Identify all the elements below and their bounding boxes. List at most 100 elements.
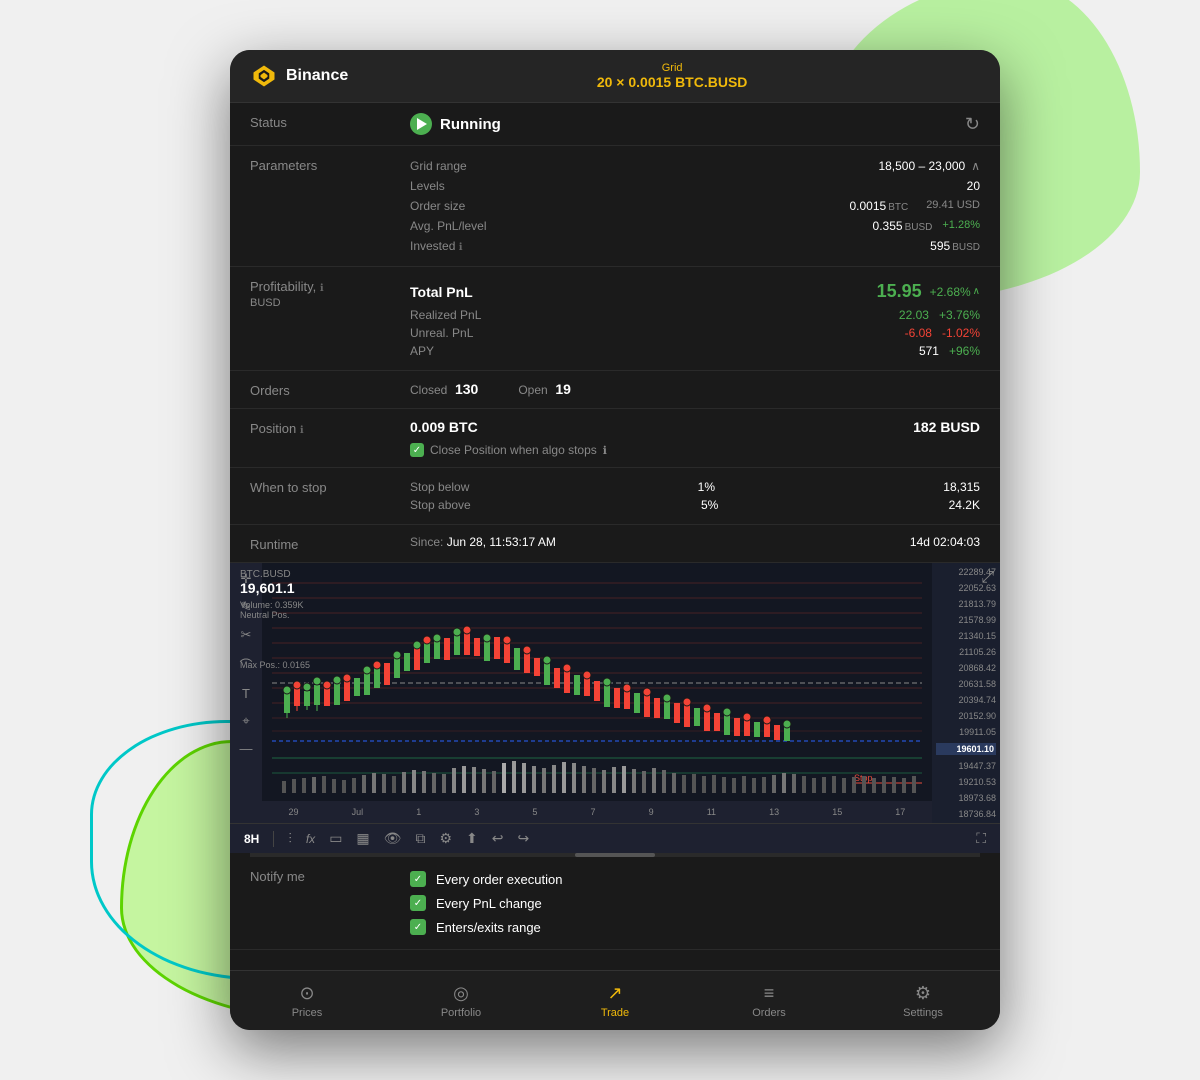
invested-value: 595BUSD [930,239,980,253]
close-position-checkbox[interactable]: ✓ [410,443,424,457]
refresh-icon[interactable]: ↻ [965,114,980,135]
bottom-nav: ⊙ Prices ◎ Portfolio ↗ Trade ≡ Orders ⚙ … [230,970,1000,1030]
position-label: Position ℹ [250,419,410,436]
stop-above-val: 24.2K [949,498,980,512]
chart-expand-icon[interactable]: ⤢ [981,569,994,587]
time-label: Jul [352,807,364,817]
notify-pnl-text: Every PnL change [436,896,542,911]
time-label: 15 [832,807,842,817]
time-label: 17 [895,807,905,817]
portfolio-label: Portfolio [441,1007,481,1019]
total-pnl-value: 15.95 [877,281,922,302]
notify-order-checkbox[interactable]: ✓ [410,871,426,887]
stop-below-label: Stop below [410,480,469,494]
stop-above-row: Stop above 5% 24.2K [410,496,980,514]
chevron-up-icon: ∧ [971,159,980,173]
price-scale: 22289.47 22052.63 21813.79 21578.99 2134… [932,563,1000,823]
parameters-content: Grid range 18,500 – 23,000 ∧ Levels 20 O… [410,156,980,256]
stop-below-pct: 1% [698,480,715,494]
app-header: Binance Grid 20 × 0.0015 BTC.BUSD [230,50,1000,103]
unrealized-pnl-label: Unreal. PnL [410,326,473,340]
node-tool-icon[interactable]: ⌖ [242,713,249,729]
trade-label: Trade [601,1007,629,1019]
notify-content: ✓ Every order execution ✓ Every PnL chan… [410,867,980,939]
eye-icon[interactable]: 👁 [384,830,402,847]
position-btc: 0.009 BTC [410,419,478,435]
notify-item-range: ✓ Enters/exits range [410,915,980,939]
nav-item-trade[interactable]: ↗ Trade [538,983,692,1019]
stop-above-label: Stop above [410,498,471,512]
layers-icon[interactable]: ⧉ [415,830,425,847]
since-value: Jun 28, 11:53:17 AM [447,535,556,549]
parameters-section: Parameters Grid range 18,500 – 23,000 ∧ … [230,146,1000,267]
grid-range-value: 18,500 – 23,000 [878,159,965,173]
fx-icon[interactable]: fx [306,832,315,846]
nav-item-portfolio[interactable]: ◎ Portfolio [384,983,538,1019]
share-icon[interactable]: ⬆ [466,830,478,847]
settings-chart-icon[interactable]: ⚙ [439,830,452,847]
runtime-label: Runtime [250,535,410,552]
avg-pnl-label: Avg. PnL/level [410,219,487,233]
prices-label: Prices [292,1007,323,1019]
runtime-duration: 14d 02:04:03 [910,535,980,549]
indicators-icon[interactable]: ⫶ [288,830,292,847]
close-position-text: Close Position when algo stops [430,443,597,457]
chevron-up-icon-pnl: ∧ [973,286,980,297]
invested-row: Invested ℹ 595BUSD [410,236,980,256]
status-row: Running ↻ [410,113,980,135]
notify-range-text: Enters/exits range [436,920,541,935]
play-triangle [417,118,427,130]
levels-value: 20 [967,179,980,193]
nav-item-orders[interactable]: ≡ Orders [692,983,846,1019]
chart-price: 19,601.1 [240,580,310,596]
runtime-section: Runtime Since: Jun 28, 11:53:17 AM 14d 0… [230,525,1000,563]
position-main: 0.009 BTC 182 BUSD [410,419,980,439]
realized-pnl-row: Realized PnL 22.03 +3.76% [410,306,980,324]
timeframe-button[interactable]: 8H [244,832,259,846]
total-pnl-row: Total PnL 15.95 +2.68% ∧ [410,277,980,306]
levels-label: Levels [410,179,445,193]
avg-pnl-row: Avg. PnL/level 0.355BUSD +1.28% [410,216,980,236]
time-label: 5 [532,807,537,817]
grid-range-row: Grid range 18,500 – 23,000 ∧ [410,156,980,176]
total-pnl-pct: +2.68% [930,285,971,299]
nav-item-settings[interactable]: ⚙ Settings [846,983,1000,1019]
time-label: 11 [707,807,716,817]
profitability-section: Profitability, ℹ BUSD Total PnL 15.95 +2… [230,267,1000,371]
runtime-content: Since: Jun 28, 11:53:17 AM 14d 02:04:03 [410,535,980,549]
max-pos-label: Max Pos.: 0.0165 [240,660,310,670]
time-label: 3 [474,807,479,817]
stop-above-pct: 5% [701,498,718,512]
notify-order-text: Every order execution [436,872,562,887]
nav-item-prices[interactable]: ⊙ Prices [230,983,384,1019]
link-tool-icon[interactable]: — [240,741,253,756]
parameters-label: Parameters [250,156,410,173]
header-center: Grid 20 × 0.0015 BTC.BUSD [364,62,980,90]
position-busd: 182 BUSD [913,419,980,435]
fullscreen-icon[interactable]: ⛶ [976,830,986,847]
undo-icon[interactable]: ↩ [492,830,504,847]
text-tool-icon[interactable]: T [242,686,250,701]
rectangle-icon[interactable]: ▭ [329,830,342,847]
redo-icon[interactable]: ↪ [517,830,529,847]
status-label: Status [250,113,410,130]
order-size-row: Order size 0.0015BTC 29.41 USD [410,196,980,216]
chart-type-icon[interactable]: ▦ [356,830,369,847]
orders-label: Orders [250,381,410,398]
position-content: 0.009 BTC 182 BUSD ✓ Close Position when… [410,419,980,457]
notify-label: Notify me [250,867,410,884]
total-pnl-label: Total PnL [410,284,473,300]
apy-row: APY 571 +96% [410,342,980,360]
binance-icon [250,62,278,90]
open-value: 19 [555,381,571,397]
closed-orders: Closed 130 [410,381,478,397]
orders-section: Orders Closed 130 Open 19 [230,371,1000,409]
notify-pnl-checkbox[interactable]: ✓ [410,895,426,911]
status-running: Running [410,113,501,135]
notify-item-pnl: ✓ Every PnL change [410,891,980,915]
when-to-stop-content: Stop below 1% 18,315 Stop above 5% 24.2K [410,478,980,514]
unrealized-pnl-pct: -1.02% [942,326,980,340]
time-label: 9 [649,807,654,817]
notify-range-checkbox[interactable]: ✓ [410,919,426,935]
status-content: Running ↻ [410,113,980,135]
